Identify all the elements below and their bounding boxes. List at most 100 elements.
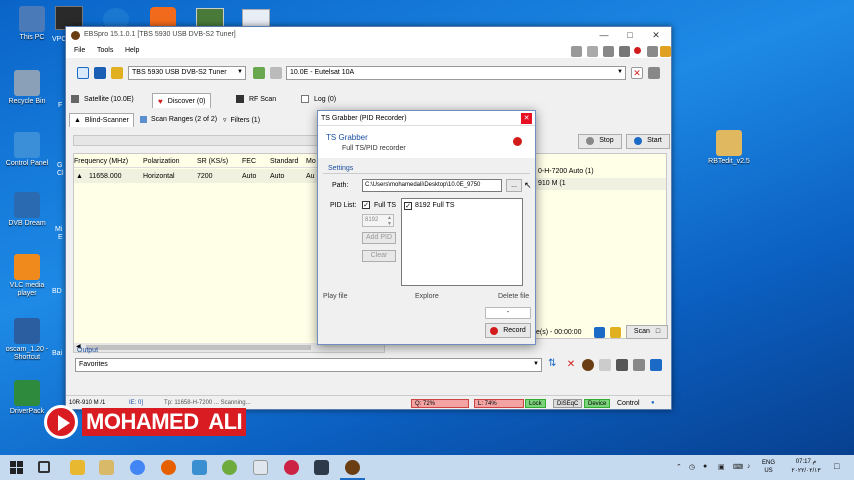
add-pid-button[interactable]: Add PID xyxy=(362,232,396,244)
lock-icon[interactable] xyxy=(111,67,123,79)
mic-icon[interactable]: ● xyxy=(703,463,707,470)
minimize-button[interactable]: — xyxy=(591,28,617,42)
tab-discover[interactable]: ♥ Discover (0) xyxy=(152,93,212,108)
delete-icon[interactable]: ✕ xyxy=(631,67,643,79)
path-input[interactable]: C:\Users\mohamedali\Desktop\10.0E_9750 xyxy=(362,179,502,192)
info-icon[interactable] xyxy=(94,67,106,79)
subtab-blind-scanner[interactable]: ▲ Blind-Scanner xyxy=(69,113,134,127)
flag-icon[interactable] xyxy=(616,359,628,371)
desktop-icon[interactable]: This PC xyxy=(6,6,58,42)
lightning-icon[interactable] xyxy=(610,327,621,338)
signal-icon[interactable] xyxy=(253,67,265,79)
stop-button[interactable]: Stop xyxy=(578,134,622,149)
desktop-icon[interactable]: Control Panel xyxy=(1,132,53,168)
satellite-select[interactable]: 10.0E - Eutelsat 10A ▼ xyxy=(286,66,626,80)
browse-button[interactable]: ... xyxy=(506,179,522,192)
desktop-icon[interactable]: DriverPack xyxy=(1,380,53,416)
delete-icon[interactable]: ✕ xyxy=(565,359,577,371)
subtab-scan-ranges[interactable]: Scan Ranges (2 of 2) xyxy=(140,116,217,123)
save-icon[interactable] xyxy=(648,67,660,79)
pid-item-checkbox[interactable]: ✓ xyxy=(404,202,412,210)
menu-tools[interactable]: Tools xyxy=(97,47,113,54)
task-view-icon[interactable] xyxy=(38,461,50,473)
full-ts-checkbox[interactable]: ✓ xyxy=(362,201,370,209)
play-file-link[interactable]: Play file xyxy=(323,293,348,300)
delete-file-link[interactable]: Delete file xyxy=(498,293,529,300)
transponder-line: 0-H-7200 Auto (1) xyxy=(538,168,594,175)
keyboard-icon[interactable]: ⌨ xyxy=(733,463,743,471)
start-button[interactable]: Start xyxy=(626,134,670,149)
favorites-select[interactable]: Favorites ▼ xyxy=(75,358,542,372)
clock-icon[interactable]: ◷ xyxy=(689,463,695,471)
record-icon[interactable] xyxy=(634,47,641,54)
column-header[interactable]: SR (KS/s) xyxy=(197,158,228,165)
remote-desktop-icon[interactable] xyxy=(192,460,207,475)
explore-link[interactable]: Explore xyxy=(415,293,439,300)
desktop-icon[interactable]: VLC media player xyxy=(1,254,53,298)
paint-icon[interactable] xyxy=(284,460,299,475)
control-menu[interactable]: Control xyxy=(614,399,643,408)
pid-list-item[interactable]: 8192 Full TS xyxy=(415,202,455,209)
pid-listbox[interactable]: ✓ 8192 Full TS xyxy=(401,198,523,286)
tab-rf-scan[interactable]: RF Scan xyxy=(236,95,276,103)
notepad-icon[interactable] xyxy=(253,460,268,475)
scan-button[interactable]: Scan □ xyxy=(626,325,668,339)
info-icon[interactable]: ● xyxy=(648,399,658,408)
search-icon[interactable] xyxy=(571,46,582,57)
stepper-arrows-icon[interactable]: ▲ ▼ xyxy=(387,215,392,227)
close-button[interactable]: ✕ xyxy=(643,28,669,42)
device-icon[interactable] xyxy=(619,46,630,57)
notification-icon[interactable]: □ xyxy=(834,461,839,471)
firefox-icon[interactable] xyxy=(161,460,176,475)
clear-button[interactable]: Clear xyxy=(362,250,396,262)
scrollbar-thumb[interactable] xyxy=(86,345,311,350)
ebspro-taskbar-icon[interactable] xyxy=(345,460,360,475)
save-icon[interactable] xyxy=(633,359,645,371)
pid-stepper[interactable]: 8192 ▲ ▼ xyxy=(362,214,394,227)
tools-icon[interactable] xyxy=(587,46,598,57)
taskbar: ⌃ ◷ ● ▣ ⌨ ♪ ENG US 07:17 م ٢٠٢٢/٠٢/١٣ □ xyxy=(0,455,854,480)
desktop-icon[interactable]: oscam_1.20 - Shortcut xyxy=(1,318,53,362)
sync-icon[interactable]: ⇅ xyxy=(548,359,560,371)
chrome-icon[interactable] xyxy=(130,460,145,475)
windows-start-icon[interactable] xyxy=(10,461,23,474)
file-explorer-icon[interactable] xyxy=(70,460,85,475)
window-title: EBSpro 15.1.0.1 [TBS 5930 USB DVB-S2 Tun… xyxy=(84,31,236,38)
desktop-icon[interactable]: DVB Dream xyxy=(1,192,53,228)
column-header[interactable]: Polarization xyxy=(143,158,180,165)
record-button[interactable]: Record xyxy=(485,323,531,338)
clock[interactable]: 07:17 م ٢٠٢٢/٠٢/١٣ xyxy=(786,458,826,476)
pid-value: 8192 xyxy=(365,217,379,223)
chevron-up-icon[interactable]: ⌃ xyxy=(676,463,682,471)
refresh-icon[interactable] xyxy=(77,67,89,79)
gear-icon[interactable] xyxy=(647,46,658,57)
maximize-button[interactable]: □ xyxy=(617,28,643,42)
settings-icon[interactable] xyxy=(603,46,614,57)
tab-log[interactable]: Log (0) xyxy=(301,95,336,103)
chrome-alt-icon[interactable] xyxy=(222,460,237,475)
network-icon[interactable]: ▣ xyxy=(718,463,725,471)
screen-icon[interactable] xyxy=(594,327,605,338)
media-icon[interactable] xyxy=(582,359,594,371)
close-icon[interactable]: ✕ xyxy=(521,113,532,124)
tuner-select[interactable]: TBS 5930 USB DVB-S2 Tuner ▼ xyxy=(128,66,246,80)
menu-file[interactable]: File xyxy=(74,47,85,54)
window-icon[interactable] xyxy=(650,359,662,371)
language-indicator[interactable]: ENG US xyxy=(762,459,775,475)
volume-icon[interactable]: ♪ xyxy=(747,463,751,470)
column-header[interactable]: FEC xyxy=(242,158,256,165)
column-header[interactable]: Frequency (MHz) xyxy=(74,158,128,165)
tab-satellite[interactable]: Satellite (10.0E) xyxy=(71,95,134,103)
lightning-icon[interactable] xyxy=(660,46,671,57)
rf-icon xyxy=(236,95,244,103)
desktop-icon[interactable]: Recycle Bin xyxy=(1,70,53,106)
menu-help[interactable]: Help xyxy=(125,47,139,54)
terminal-icon[interactable] xyxy=(314,460,329,475)
list-icon[interactable] xyxy=(599,359,611,371)
folder-icon[interactable] xyxy=(99,460,114,475)
subtab-filters[interactable]: ▿ Filters (1) xyxy=(223,116,260,125)
column-header[interactable]: Standard xyxy=(270,158,298,165)
column-header[interactable]: Mo xyxy=(306,158,316,165)
desktop-icon[interactable]: RBTedit_v2.5 xyxy=(703,130,755,166)
dish-icon[interactable] xyxy=(270,67,282,79)
